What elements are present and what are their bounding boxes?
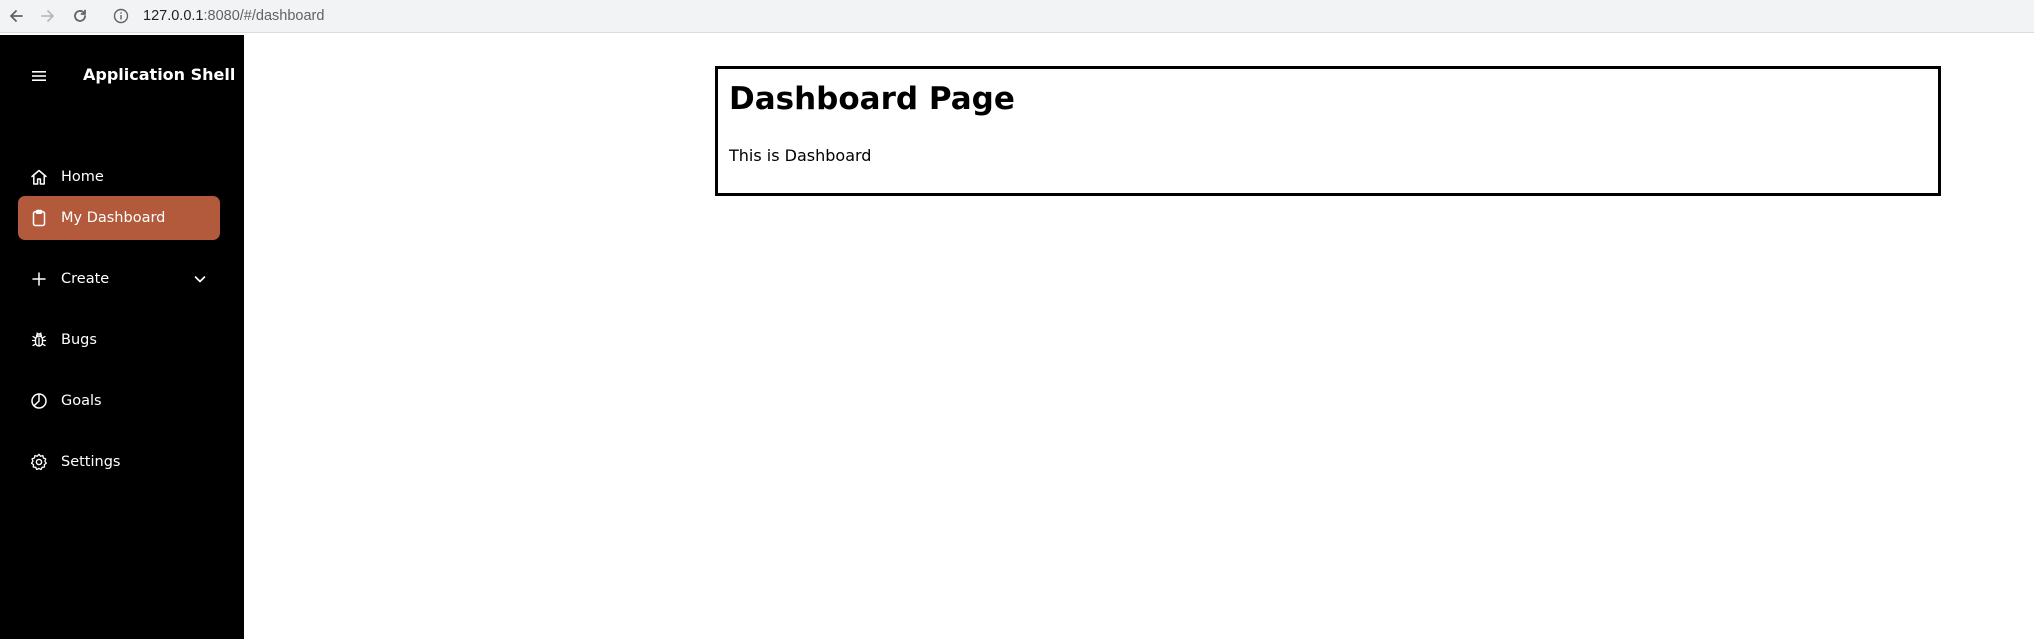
- pie-chart-icon: [29, 391, 49, 411]
- url-host: 127.0.0.1: [143, 8, 204, 24]
- app-title: Application Shell: [83, 65, 236, 84]
- address-bar[interactable]: 127.0.0.1:8080/#/dashboard: [103, 2, 2034, 30]
- browser-toolbar: 127.0.0.1:8080/#/dashboard: [0, 0, 2034, 33]
- chevron-down-icon[interactable]: [192, 271, 208, 287]
- sidebar-item-goals[interactable]: Goals: [18, 379, 220, 423]
- forward-button[interactable]: [36, 4, 60, 28]
- sidebar-item-bugs[interactable]: Bugs: [18, 318, 220, 362]
- sidebar-item-label: My Dashboard: [61, 210, 166, 226]
- reload-icon: [74, 9, 86, 22]
- sidebar-item-settings[interactable]: Settings: [18, 440, 220, 484]
- page-title: Dashboard Page: [729, 81, 1015, 117]
- gear-icon: [29, 452, 49, 472]
- sidebar-item-label: Goals: [61, 393, 102, 409]
- home-icon: [29, 167, 49, 187]
- hamburger-icon: [32, 71, 46, 81]
- bug-icon: [29, 330, 49, 350]
- sidebar-item-create[interactable]: Create: [18, 257, 220, 301]
- clipboard-icon: [29, 208, 49, 228]
- back-button[interactable]: [4, 4, 28, 28]
- plus-icon: [29, 269, 49, 289]
- url-text[interactable]: 127.0.0.1:8080/#/dashboard: [143, 8, 324, 24]
- page-description: This is Dashboard: [729, 146, 872, 165]
- arrow-left-icon: [10, 10, 23, 22]
- menu-toggle-button[interactable]: [27, 68, 51, 84]
- sidebar-item-my-dashboard[interactable]: My Dashboard: [18, 196, 220, 240]
- sidebar-item-label: Create: [61, 271, 110, 287]
- sidebar-item-label: Home: [61, 169, 104, 185]
- sidebar-item-label: Bugs: [61, 332, 97, 348]
- site-info-icon[interactable]: [111, 6, 131, 26]
- sidebar-item-label: Settings: [61, 454, 121, 470]
- dashboard-panel: Dashboard Page This is Dashboard: [715, 66, 1941, 196]
- url-path: :8080/#/dashboard: [203, 8, 325, 24]
- arrow-right-icon: [41, 10, 54, 22]
- sidebar-item-home[interactable]: Home: [18, 155, 220, 199]
- reload-button[interactable]: [68, 4, 92, 28]
- sidebar: Application Shell Home My Dashboard Crea…: [0, 35, 244, 639]
